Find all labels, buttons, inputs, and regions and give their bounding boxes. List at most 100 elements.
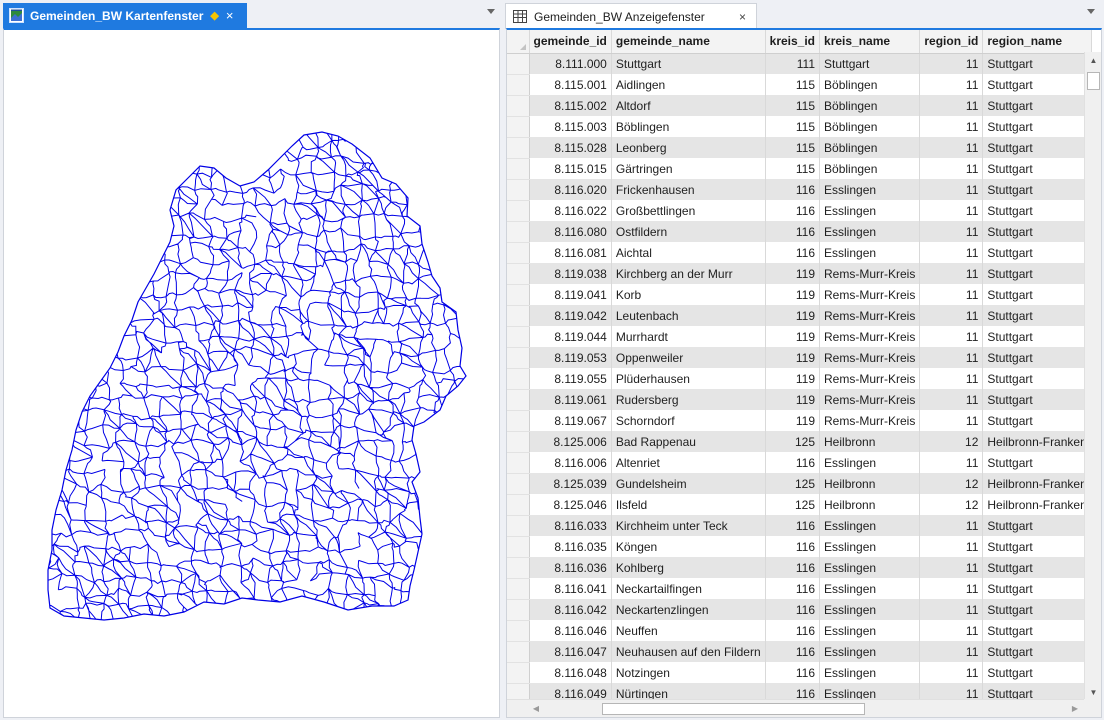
row-selector[interactable] xyxy=(507,578,530,600)
table-cell-region-name[interactable]: Stuttgart xyxy=(982,662,1093,683)
table-cell-region-id[interactable]: 11 xyxy=(919,452,984,473)
table-row[interactable]: 8.125.006 Bad Rappenau 125 Heilbronn 12 Heilb… xyxy=(507,431,1093,453)
table-cell-gemeinde-name[interactable]: Notzingen xyxy=(611,662,766,683)
table-cell-gemeinde-id[interactable]: 8.115.015 xyxy=(529,158,612,179)
table-cell-kreis-name[interactable]: Rems-Murr-Kreis xyxy=(819,284,921,305)
table-cell-gemeinde-id[interactable]: 8.119.041 xyxy=(529,284,612,305)
row-selector[interactable] xyxy=(507,53,530,75)
table-cell-region-id[interactable]: 11 xyxy=(919,200,984,221)
table-cell-region-name[interactable]: Stuttgart xyxy=(982,620,1093,641)
table-cell-kreis-id[interactable]: 116 xyxy=(765,620,821,641)
table-cell-kreis-name[interactable]: Böblingen xyxy=(819,74,921,95)
horizontal-scrollbar[interactable]: ◀ ▶ xyxy=(507,699,1084,717)
table-cell-gemeinde-id[interactable]: 8.115.002 xyxy=(529,95,612,116)
table-cell-kreis-id[interactable]: 125 xyxy=(765,494,821,515)
table-cell-gemeinde-name[interactable]: Altenriet xyxy=(611,452,766,473)
row-selector[interactable] xyxy=(507,347,530,369)
table-cell-region-id[interactable]: 11 xyxy=(919,305,984,326)
table-cell-kreis-name[interactable]: Heilbronn xyxy=(819,431,921,452)
table-cell-region-id[interactable]: 11 xyxy=(919,74,984,95)
table-cell-region-name[interactable]: Stuttgart xyxy=(982,536,1093,557)
table-cell-region-name[interactable]: Stuttgart xyxy=(982,179,1093,200)
table-row[interactable]: 8.116.036 Kohlberg 116 Esslingen 11 Stuttgart xyxy=(507,557,1093,579)
table-cell-region-name[interactable]: Stuttgart xyxy=(982,599,1093,620)
table-cell-kreis-id[interactable]: 115 xyxy=(765,116,821,137)
table-cell-gemeinde-id[interactable]: 8.116.047 xyxy=(529,641,612,662)
table-cell-region-id[interactable]: 11 xyxy=(919,641,984,662)
table-cell-region-id[interactable]: 11 xyxy=(919,137,984,158)
table-cell-kreis-id[interactable]: 119 xyxy=(765,326,821,347)
table-cell-kreis-id[interactable]: 119 xyxy=(765,284,821,305)
table-cell-gemeinde-name[interactable]: Kirchheim unter Teck xyxy=(611,515,766,536)
column-header[interactable]: region_name xyxy=(982,30,1093,54)
table-cell-gemeinde-name[interactable]: Ilsfeld xyxy=(611,494,766,515)
table-row[interactable]: 8.116.047 Neuhausen auf den Fildern 116 Ess… xyxy=(507,641,1093,663)
row-selector[interactable] xyxy=(507,473,530,495)
table-cell-kreis-name[interactable]: Rems-Murr-Kreis xyxy=(819,347,921,368)
table-row[interactable]: 8.119.055 Plüderhausen 119 Rems-Murr-Kreis 1… xyxy=(507,368,1093,390)
table-cell-gemeinde-id[interactable]: 8.116.022 xyxy=(529,200,612,221)
table-cell-gemeinde-id[interactable]: 8.116.036 xyxy=(529,557,612,578)
row-selector[interactable] xyxy=(507,494,530,516)
table-cell-kreis-id[interactable]: 125 xyxy=(765,431,821,452)
table-row[interactable]: 8.119.067 Schorndorf 119 Rems-Murr-Kreis 11 S… xyxy=(507,410,1093,432)
scroll-right-icon[interactable]: ▶ xyxy=(1068,701,1082,716)
table-row[interactable]: 8.116.081 Aichtal 116 Esslingen 11 Stuttgart xyxy=(507,242,1093,264)
table-cell-region-id[interactable]: 11 xyxy=(919,347,984,368)
table-cell-region-name[interactable]: Stuttgart xyxy=(982,95,1093,116)
scroll-left-icon[interactable]: ◀ xyxy=(529,701,543,716)
table-cell-region-id[interactable]: 11 xyxy=(919,95,984,116)
row-selector[interactable] xyxy=(507,368,530,390)
table-cell-kreis-name[interactable]: Esslingen xyxy=(819,452,921,473)
table-cell-kreis-name[interactable]: Heilbronn xyxy=(819,494,921,515)
row-selector[interactable] xyxy=(507,116,530,138)
table-row[interactable]: 8.125.046 Ilsfeld 125 Heilbronn 12 Heilbronn-… xyxy=(507,494,1093,516)
column-header[interactable]: gemeinde_id xyxy=(529,30,612,54)
table-cell-kreis-id[interactable]: 116 xyxy=(765,536,821,557)
row-selector[interactable] xyxy=(507,200,530,222)
table-cell-gemeinde-name[interactable]: Aidlingen xyxy=(611,74,766,95)
column-header[interactable]: kreis_id xyxy=(765,30,821,54)
table-cell-kreis-id[interactable]: 116 xyxy=(765,242,821,263)
table-cell-region-name[interactable]: Heilbronn-Franken xyxy=(982,494,1093,515)
row-selector[interactable] xyxy=(507,221,530,243)
table-row[interactable]: 8.111.000 Stuttgart 111 Stuttgart 11 Stuttgar… xyxy=(507,53,1093,75)
table-cell-kreis-name[interactable]: Rems-Murr-Kreis xyxy=(819,326,921,347)
table-cell-region-name[interactable]: Stuttgart xyxy=(982,284,1093,305)
table-cell-gemeinde-name[interactable]: Bad Rappenau xyxy=(611,431,766,452)
close-icon[interactable]: × xyxy=(739,10,746,24)
table-cell-gemeinde-id[interactable]: 8.116.020 xyxy=(529,179,612,200)
table-cell-region-id[interactable]: 11 xyxy=(919,515,984,536)
table-cell-gemeinde-name[interactable]: Neuhausen auf den Fildern xyxy=(611,641,766,662)
table-row[interactable]: 8.115.002 Altdorf 115 Böblingen 11 Stuttgart xyxy=(507,95,1093,117)
table-row[interactable]: 8.115.003 Böblingen 115 Böblingen 11 Stuttgar… xyxy=(507,116,1093,138)
table-row[interactable]: 8.116.006 Altenriet 116 Esslingen 11 Stuttgar… xyxy=(507,452,1093,474)
table-row[interactable]: 8.116.020 Frickenhausen 116 Esslingen 11 Stut… xyxy=(507,179,1093,201)
table-cell-region-id[interactable]: 11 xyxy=(919,284,984,305)
table-cell-gemeinde-name[interactable]: Kirchberg an der Murr xyxy=(611,263,766,284)
table-cell-kreis-name[interactable]: Esslingen xyxy=(819,536,921,557)
table-cell-kreis-id[interactable]: 116 xyxy=(765,200,821,221)
vertical-scrollbar[interactable]: ▲ ▼ xyxy=(1084,52,1101,700)
table-row[interactable]: 8.115.015 Gärtringen 115 Böblingen 11 Stuttga… xyxy=(507,158,1093,180)
chevron-down-icon[interactable] xyxy=(1087,9,1095,14)
table-cell-gemeinde-id[interactable]: 8.116.048 xyxy=(529,662,612,683)
row-selector[interactable] xyxy=(507,620,530,642)
table-row[interactable]: 8.116.042 Neckartenzlingen 116 Esslingen 11 S… xyxy=(507,599,1093,621)
row-selector[interactable] xyxy=(507,284,530,306)
table-cell-gemeinde-name[interactable]: Großbettlingen xyxy=(611,200,766,221)
table-cell-gemeinde-id[interactable]: 8.119.038 xyxy=(529,263,612,284)
table-cell-region-id[interactable]: 11 xyxy=(919,662,984,683)
table-cell-gemeinde-id[interactable]: 8.119.044 xyxy=(529,326,612,347)
table-cell-kreis-id[interactable]: 119 xyxy=(765,305,821,326)
table-cell-kreis-name[interactable]: Heilbronn xyxy=(819,473,921,494)
tab-table-window[interactable]: Gemeinden_BW Anzeigefenster × xyxy=(505,3,757,29)
table-cell-kreis-name[interactable]: Böblingen xyxy=(819,95,921,116)
row-selector[interactable] xyxy=(507,536,530,558)
table-cell-region-id[interactable]: 12 xyxy=(919,494,984,515)
table-cell-kreis-id[interactable]: 116 xyxy=(765,578,821,599)
table-cell-region-name[interactable]: Stuttgart xyxy=(982,578,1093,599)
table-cell-gemeinde-id[interactable]: 8.116.006 xyxy=(529,452,612,473)
table-cell-region-id[interactable]: 11 xyxy=(919,263,984,284)
table-cell-region-name[interactable]: Stuttgart xyxy=(982,368,1093,389)
